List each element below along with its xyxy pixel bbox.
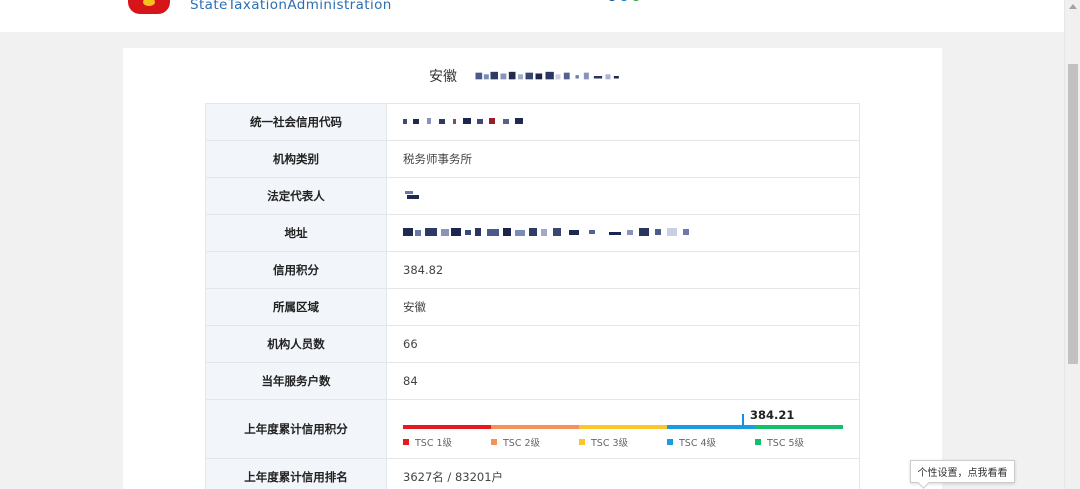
value-staff-count: 66	[386, 325, 860, 363]
table-row: 当年服务户数 84	[205, 362, 860, 400]
legend-swatch	[579, 439, 585, 445]
level-segment-5	[755, 425, 843, 429]
label-cumulative-rank: 上年度累计信用排名	[205, 458, 387, 489]
legend-label: TSC 5级	[767, 438, 805, 449]
legend-item: TSC 3级	[579, 435, 667, 449]
legend-swatch	[667, 439, 673, 445]
level-segment-2	[491, 425, 579, 429]
scrollbar-thumb[interactable]	[1068, 64, 1078, 364]
table-row: 信用积分 384.82	[205, 251, 860, 289]
score-marker-value: 384.21	[750, 408, 795, 422]
table-row: 法定代表人	[205, 177, 860, 215]
value-cumulative-score: 384.21 TSC 1级 TSC 2级 TSC 3级 TSC 4级 TSC 5级	[386, 399, 860, 459]
settings-tooltip[interactable]: 个性设置，点我看看	[910, 460, 1015, 483]
table-row: 机构人员数 66	[205, 325, 860, 363]
national-emblem-logo[interactable]	[128, 0, 170, 14]
score-marker	[742, 414, 744, 426]
credit-info-table: 统一社会信用代码 机构类别 税务师事务所 法定代表人 地址 信用积分 384.8…	[205, 103, 860, 489]
label-clients-served: 当年服务户数	[205, 362, 387, 400]
legend-swatch	[491, 439, 497, 445]
redacted-credit-code	[403, 118, 523, 124]
level-segment-1	[403, 425, 491, 429]
credit-level-bar: 384.21 TSC 1级 TSC 2级 TSC 3级 TSC 4级 TSC 5级	[403, 401, 843, 457]
legend-label: TSC 4级	[679, 438, 717, 449]
title-region: 安徽	[429, 69, 457, 85]
credit-level-legend: TSC 1级 TSC 2级 TSC 3级 TSC 4级 TSC 5级	[403, 435, 843, 449]
table-row: 上年度累计信用排名 3627名 / 83201户	[205, 458, 860, 489]
legend-item: TSC 4级	[667, 435, 755, 449]
value-credit-code	[386, 103, 860, 141]
redacted-name	[475, 71, 619, 80]
level-segment-3	[579, 425, 667, 429]
value-address	[386, 214, 860, 252]
value-region: 安徽	[386, 288, 860, 326]
table-row: 所属区域 安徽	[205, 288, 860, 326]
legend-item: TSC 2级	[491, 435, 579, 449]
redacted-legal-rep	[405, 190, 419, 199]
legend-swatch	[755, 439, 761, 445]
label-address: 地址	[205, 214, 387, 252]
table-row: 机构类别 税务师事务所	[205, 140, 860, 178]
label-region: 所属区域	[205, 288, 387, 326]
site-brand-english[interactable]: StateTaxationAdministration	[190, 0, 392, 13]
partner-logo-icon	[609, 0, 639, 1]
page-title: 安徽	[429, 66, 639, 86]
value-clients-served: 84	[386, 362, 860, 400]
site-header: StateTaxationAdministration	[0, 0, 1064, 32]
label-credit-code: 统一社会信用代码	[205, 103, 387, 141]
redacted-address	[403, 227, 689, 236]
value-cumulative-rank: 3627名 / 83201户	[386, 458, 860, 489]
table-row: 地址	[205, 214, 860, 252]
value-org-type: 税务师事务所	[386, 140, 860, 178]
legend-item: TSC 1级	[403, 435, 491, 449]
legend-swatch	[403, 439, 409, 445]
label-cumulative-score: 上年度累计信用积分	[205, 399, 387, 459]
table-row: 上年度累计信用积分 384.21 TSC 1级 TSC 2级 TSC 3级 TSC 4…	[205, 399, 860, 459]
legend-label: TSC 3级	[591, 438, 629, 449]
legend-label: TSC 2级	[503, 438, 541, 449]
value-credit-score: 384.82	[386, 251, 860, 289]
label-credit-score: 信用积分	[205, 251, 387, 289]
label-legal-rep: 法定代表人	[205, 177, 387, 215]
label-org-type: 机构类别	[205, 140, 387, 178]
label-staff-count: 机构人员数	[205, 325, 387, 363]
value-legal-rep	[386, 177, 860, 215]
legend-label: TSC 1级	[415, 438, 453, 449]
legend-item: TSC 5级	[755, 435, 843, 449]
table-row: 统一社会信用代码	[205, 103, 860, 141]
scroll-up-arrow-icon[interactable]	[1069, 4, 1077, 9]
page-scrollbar[interactable]	[1064, 0, 1080, 489]
